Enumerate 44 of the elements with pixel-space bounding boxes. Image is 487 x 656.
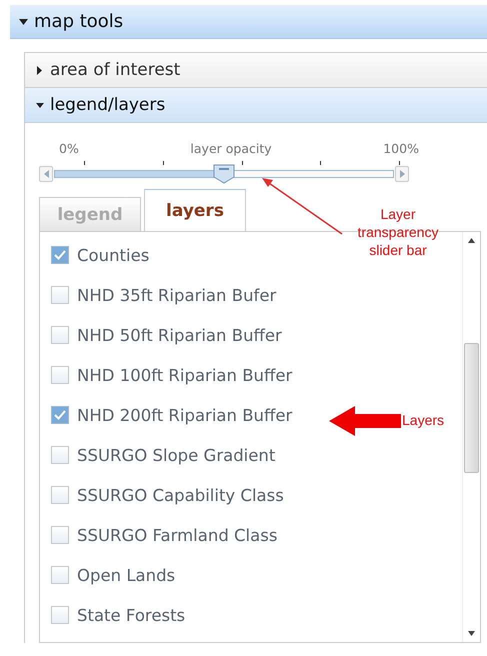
checkbox[interactable]	[51, 566, 69, 584]
section-title: area of interest	[50, 60, 180, 80]
scroll-down-icon[interactable]	[468, 631, 475, 636]
layer-name: NHD 35ft Riparian Bufer	[77, 286, 276, 304]
layer-name: NHD 50ft Riparian Buffer	[77, 326, 282, 344]
layer-name: SSURGO Capability Class	[77, 486, 284, 504]
scrollbar[interactable]	[462, 232, 480, 642]
caret-icon	[36, 100, 44, 110]
checkbox[interactable]	[51, 246, 69, 264]
checkbox[interactable]	[51, 606, 69, 624]
checkbox[interactable]	[51, 486, 69, 504]
section-title: legend/layers	[50, 95, 166, 115]
layer-name: Counties	[77, 246, 150, 264]
tab[interactable]: layers	[144, 189, 246, 231]
map-tools-header[interactable]: map tools	[10, 5, 487, 39]
checkbox[interactable]	[51, 526, 69, 544]
slider-title: layer opacity	[190, 141, 272, 156]
accordion-header[interactable]: area of interest	[25, 53, 487, 88]
scroll-up-icon[interactable]	[468, 238, 475, 243]
layer-name: NHD 100ft Riparian Buffer	[77, 366, 292, 384]
layer-name: State Forests	[77, 606, 186, 624]
caret-icon	[19, 18, 28, 24]
caret-icon	[36, 66, 44, 74]
panel-title: map tools	[34, 11, 124, 32]
accordion-header[interactable]: legend/layers	[25, 88, 487, 123]
slider-left-button[interactable]	[39, 166, 53, 182]
right-arrow-icon	[400, 170, 404, 178]
checkbox[interactable]	[51, 286, 69, 304]
slider-max-label: 100%	[383, 141, 419, 156]
annotation-text: Layer transparency slider bar	[356, 205, 440, 259]
layer-name: SSURGO Farmland Class	[77, 526, 278, 544]
left-arrow-icon	[44, 170, 48, 178]
slider-right-button[interactable]	[395, 166, 409, 182]
checkbox[interactable]	[51, 446, 69, 464]
checkbox[interactable]	[51, 366, 69, 384]
layer-name: Open Lands	[77, 566, 176, 584]
layer-name: NHD 200ft Riparian Buffer	[77, 406, 292, 424]
annotation-text: Layers	[402, 412, 444, 428]
layer-name: SSURGO Slope Gradient	[77, 446, 276, 464]
slider-thumb[interactable]	[213, 164, 235, 184]
slider-min-label: 0%	[59, 141, 79, 156]
annotation-arrow	[329, 406, 401, 436]
checkbox[interactable]	[51, 326, 69, 344]
checkbox[interactable]	[51, 406, 69, 424]
